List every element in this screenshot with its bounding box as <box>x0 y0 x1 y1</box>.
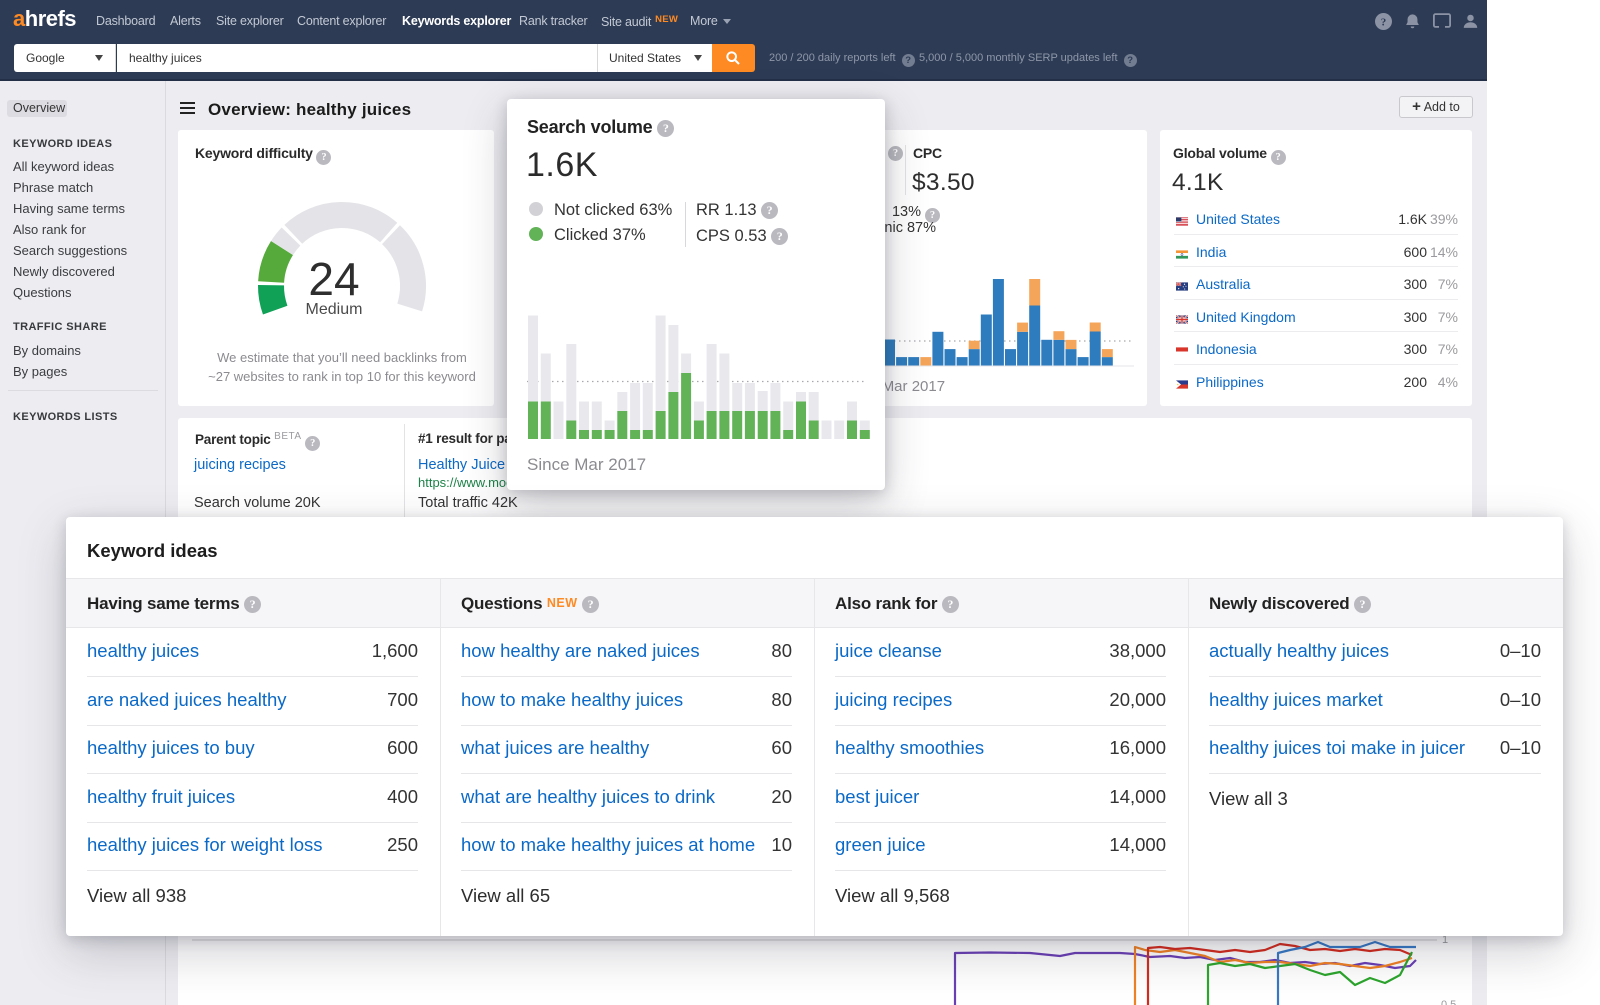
svg-text:?: ? <box>1381 17 1387 29</box>
